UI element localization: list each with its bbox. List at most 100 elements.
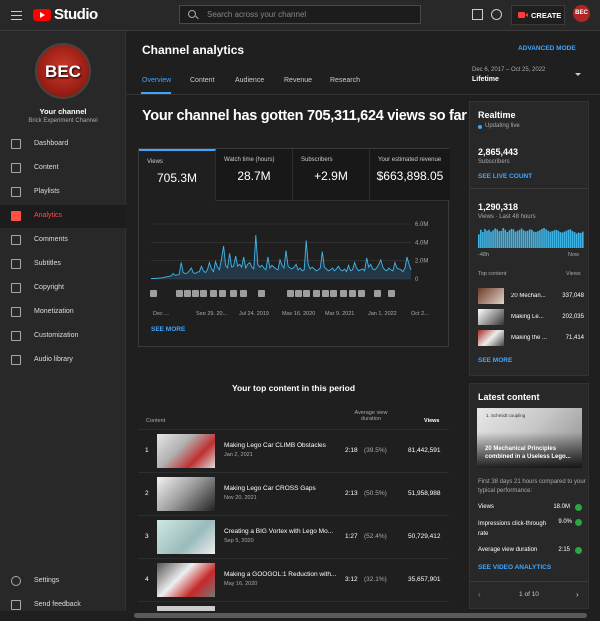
performance-compare-text: First 38 days 21 hours compared to your … (478, 479, 586, 494)
sidebar-item-label: Monetization (34, 308, 74, 315)
dashboard-icon (11, 139, 21, 149)
kpi-subscribers[interactable]: Subscribers +2.9M (293, 149, 370, 201)
messages-icon[interactable] (472, 9, 483, 20)
sidebar-item-settings[interactable]: Settings (0, 570, 126, 593)
sidebar-item-copyright[interactable]: Copyright (0, 277, 126, 300)
video-thumbnail[interactable] (157, 563, 215, 597)
studio-logo-text[interactable]: Studio (54, 6, 98, 23)
event-marker-icon[interactable] (150, 290, 157, 297)
realtime-top-item[interactable]: Making Le... 202,035 (478, 309, 584, 327)
sidebar-item-content[interactable]: Content (0, 157, 126, 180)
kpi-watch-time[interactable]: Watch time (hours) 28.7M (216, 149, 293, 201)
table-row[interactable] (138, 601, 449, 616)
video-thumbnail[interactable] (157, 520, 215, 554)
horizontal-scrollbar[interactable] (0, 611, 600, 621)
avg-duration: 3:12 (345, 576, 358, 583)
event-marker-icon[interactable] (192, 290, 199, 297)
event-marker-icon[interactable] (303, 290, 310, 297)
realtime-top-item[interactable]: Making the ... 71,414 (478, 330, 584, 348)
sidebar-item-analytics[interactable]: Analytics (0, 205, 126, 228)
metric-value: 2:15 (558, 547, 570, 553)
sidebar-item-label: Comments (34, 236, 68, 243)
advanced-mode-link[interactable]: ADVANCED MODE (518, 45, 576, 52)
event-marker-icon[interactable] (210, 290, 217, 297)
monetization-icon (11, 307, 21, 317)
sidebar-item-playlists[interactable]: Playlists (0, 181, 126, 204)
event-marker-icon[interactable] (176, 290, 183, 297)
avg-duration: 2:18 (345, 447, 358, 454)
channel-avatar[interactable]: BEC (35, 43, 91, 99)
tab-overview[interactable]: Overview (142, 77, 171, 84)
sidebar-item-comments[interactable]: Comments (0, 229, 126, 252)
table-row[interactable]: 2 Making Lego Car CROSS Gaps Nov 20, 2021 2… (138, 472, 449, 514)
event-marker-icon[interactable] (322, 290, 329, 297)
video-title[interactable]: Making Lego Car CLIMB Obstacles (224, 442, 326, 449)
help-icon[interactable] (491, 9, 502, 20)
event-marker-icon[interactable] (240, 290, 247, 297)
event-marker-icon[interactable] (349, 290, 356, 297)
tab-content[interactable]: Content (190, 77, 215, 84)
sidebar-item-monetization[interactable]: Monetization (0, 301, 126, 324)
event-marker-icon[interactable] (258, 290, 265, 297)
table-row[interactable]: 1 Making Lego Car CLIMB Obstacles Jan 2, 2… (138, 429, 449, 471)
chevron-down-icon[interactable] (575, 73, 581, 76)
video-title[interactable]: Making Lego Car CROSS Gaps (224, 485, 316, 492)
video-thumbnail[interactable] (157, 434, 215, 468)
event-marker-icon[interactable] (219, 290, 226, 297)
sidebar-item-dashboard[interactable]: Dashboard (0, 133, 126, 156)
search-input[interactable]: Search across your channel (179, 5, 421, 24)
event-marker-icon[interactable] (340, 290, 347, 297)
event-marker-icon[interactable] (358, 290, 365, 297)
event-marker-icon[interactable] (287, 290, 294, 297)
video-title[interactable]: Making a GOOGOL:1 Reduction with... (224, 571, 336, 578)
event-marker-icon[interactable] (374, 290, 381, 297)
sidebar-item-audio-library[interactable]: Audio library (0, 349, 126, 372)
chevron-right-icon[interactable]: › (576, 590, 579, 599)
event-marker-icon[interactable] (330, 290, 337, 297)
kpi-views[interactable]: Views 705.3M (139, 149, 216, 201)
see-live-count-link[interactable]: SEE LIVE COUNT (478, 173, 532, 180)
tab-audience[interactable]: Audience (235, 77, 264, 84)
realtime-top-item[interactable]: 20 Mechan... 337,048 (478, 288, 584, 306)
table-row[interactable]: 4 Making a GOOGOL:1 Reduction with... May … (138, 558, 449, 600)
tab-research[interactable]: Research (330, 77, 360, 84)
date-range[interactable]: Dec 6, 2017 – Oct 25, 2022 (472, 67, 545, 73)
bars-end-label: Now (568, 252, 580, 258)
event-marker-icon[interactable] (200, 290, 207, 297)
realtime-bar (551, 231, 554, 248)
event-marker-icon[interactable] (313, 290, 320, 297)
kpi-label: Subscribers (301, 157, 333, 163)
menu-icon[interactable] (11, 11, 22, 20)
sidebar-item-subtitles[interactable]: Subtitles (0, 253, 126, 276)
youtube-logo-icon[interactable] (33, 9, 51, 21)
see-video-analytics-link[interactable]: SEE VIDEO ANALYTICS (478, 564, 551, 571)
event-marker-icon[interactable] (184, 290, 191, 297)
account-avatar[interactable]: BEC (573, 5, 590, 22)
header-divider (126, 94, 600, 95)
event-marker-icon[interactable] (230, 290, 237, 297)
scrollbar-thumb[interactable] (134, 613, 587, 618)
video-thumbnail[interactable] (157, 477, 215, 511)
table-row[interactable]: 3 Creating a BIG Vortex with Lego Mo... Se… (138, 515, 449, 557)
period-select[interactable]: Lifetime (472, 76, 499, 83)
kpi-revenue[interactable]: Your estimated revenue $663,898.05 (370, 149, 450, 201)
see-more-realtime-link[interactable]: SEE MORE (478, 357, 512, 364)
realtime-views-count: 1,290,318 (478, 202, 519, 212)
row-rank: 2 (145, 490, 149, 497)
video-date: Jan 2, 2021 (224, 452, 253, 458)
views-chart[interactable]: 6.0M 4.0M 2.0M 0 Dec ... Sep 29, 20... Jul 24,… (147, 207, 447, 315)
realtime-bars[interactable] (478, 228, 584, 248)
realtime-panel: Realtime Updating live 2,865,443 Subscri… (469, 101, 589, 376)
sidebar-item-customization[interactable]: Customization (0, 325, 126, 348)
latest-video-thumbnail[interactable]: 1. Schmidt coupling 20 Mechanical Princi… (477, 408, 582, 468)
event-marker-icon[interactable] (388, 290, 395, 297)
metric-label: Average view duration (478, 547, 538, 553)
create-button[interactable]: CREATE (511, 5, 565, 25)
realtime-bar (571, 231, 574, 248)
tab-revenue[interactable]: Revenue (284, 77, 312, 84)
event-marker-icon[interactable] (295, 290, 302, 297)
video-title[interactable]: Creating a BIG Vortex with Lego Mo... (224, 528, 333, 535)
see-more-link[interactable]: SEE MORE (151, 326, 185, 333)
check-icon (575, 519, 582, 526)
x-tick-label: Jul 24, 2019 (239, 311, 269, 315)
